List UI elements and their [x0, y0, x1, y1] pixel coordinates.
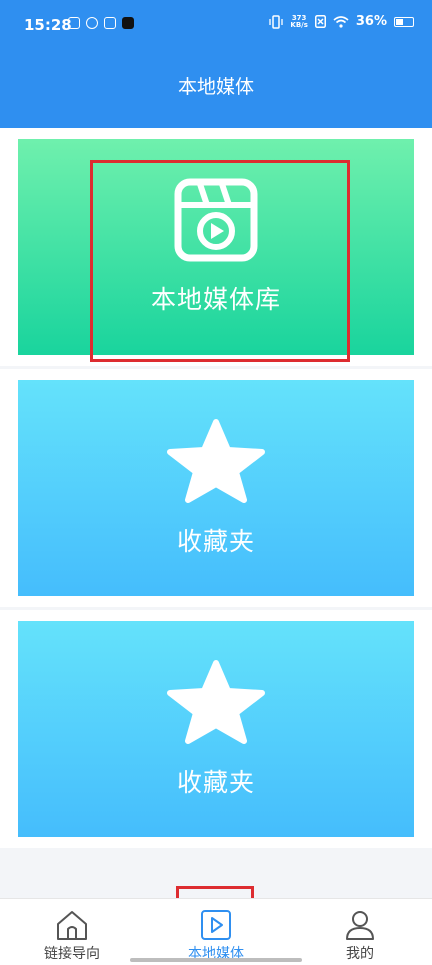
tiktok-icon [122, 17, 134, 29]
nav-label: 链接导向 [44, 946, 100, 962]
card-label: 收藏夹 [176, 527, 255, 556]
notification-icons [68, 17, 134, 29]
notification-app-icon [86, 17, 98, 29]
nav-item-mine[interactable]: 我的 [288, 899, 432, 965]
battery-icon [394, 16, 414, 27]
status-right: 373 KB/s 36% [269, 14, 414, 29]
notification-app-icon [68, 17, 80, 29]
wifi-icon [333, 15, 349, 28]
play-square-icon [201, 910, 231, 940]
network-speed: 373 KB/s [290, 14, 308, 29]
status-bar: 15:28 373 KB/s 36% [0, 0, 432, 46]
nav-label: 我的 [346, 946, 374, 962]
star-icon [167, 419, 265, 503]
battery-percent: 36% [355, 14, 387, 29]
bottom-nav: 链接导向 本地媒体 我的 [0, 898, 432, 965]
home-icon [57, 911, 87, 940]
status-time: 15:28 [24, 16, 72, 34]
page-title: 本地媒体 [0, 46, 432, 128]
no-sim-icon [314, 15, 326, 28]
highlight-box [90, 160, 350, 362]
star-icon [167, 660, 265, 744]
notification-app-icon [104, 17, 116, 29]
card-label: 收藏夹 [176, 768, 255, 797]
vibrate-icon [269, 14, 284, 29]
user-icon [346, 911, 374, 940]
gesture-bar[interactable] [130, 958, 302, 962]
nav-item-link-guide[interactable]: 链接导向 [0, 899, 144, 965]
nav-item-local-media[interactable]: 本地媒体 [144, 899, 288, 965]
network-speed-unit: KB/s [290, 20, 308, 29]
favorites-card[interactable]: 收藏夹 [18, 380, 414, 596]
favorites-card[interactable]: 收藏夹 [18, 621, 414, 837]
